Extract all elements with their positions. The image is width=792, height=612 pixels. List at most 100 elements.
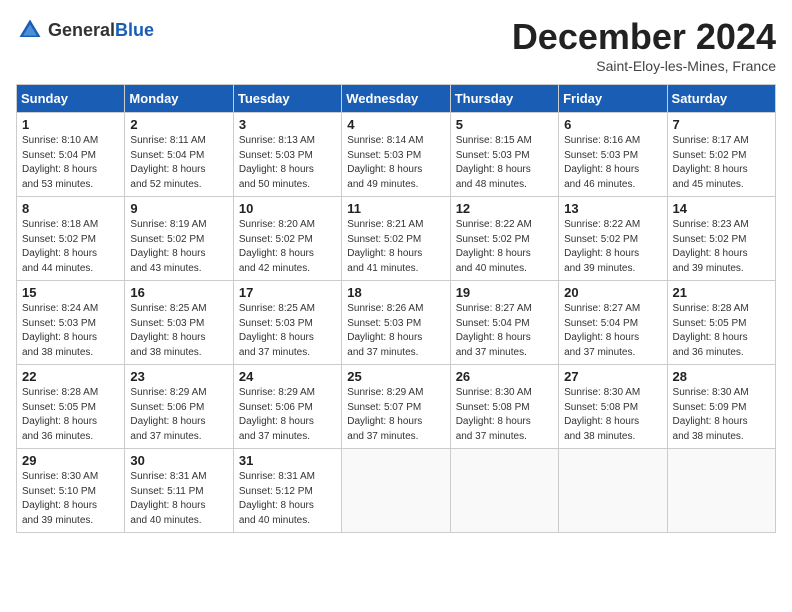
title-area: December 2024 Saint-Eloy-les-Mines, Fran…	[512, 16, 776, 74]
day-number: 20	[564, 285, 661, 300]
calendar-day: 10 Sunrise: 8:20 AMSunset: 5:02 PMDayligh…	[233, 197, 341, 281]
calendar-day: 31Sunrise: 8:31 AMSunset: 5:12 PMDayligh…	[233, 449, 341, 533]
day-number: 19	[456, 285, 553, 300]
page-header: GeneralBlue December 2024 Saint-Eloy-les…	[16, 16, 776, 74]
calendar-day: 11Sunrise: 8:21 AMSunset: 5:02 PMDayligh…	[342, 197, 450, 281]
day-number: 26	[456, 369, 553, 384]
logo: GeneralBlue	[16, 16, 154, 44]
day-info: Sunrise: 8:11 AMSunset: 5:04 PMDaylight:…	[130, 134, 227, 192]
day-number: 21	[673, 285, 770, 300]
day-info: Sunrise: 8:28 AMSunset: 5:05 PMDaylight:…	[22, 386, 119, 444]
day-number: 4	[347, 117, 444, 132]
calendar-day: 30 Sunrise: 8:31 AMSunset: 5:11 PMDayligh…	[125, 449, 233, 533]
calendar-day: 19 Sunrise: 8:27 AMSunset: 5:04 PMDayligh…	[450, 281, 558, 365]
calendar-week-2: 8 Sunrise: 8:18 AMSunset: 5:02 PMDaylight…	[17, 197, 776, 281]
day-number: 6	[564, 117, 661, 132]
day-info: Sunrise: 8:30 AMSunset: 5:08 PMDaylight:…	[564, 386, 661, 444]
day-number: 18	[347, 285, 444, 300]
day-number: 28	[673, 369, 770, 384]
calendar-body: 1Sunrise: 8:10 AMSunset: 5:04 PMDaylight…	[17, 113, 776, 533]
header-cell-saturday: Saturday	[667, 85, 775, 113]
day-info: Sunrise: 8:30 AMSunset: 5:09 PMDaylight:…	[673, 386, 770, 444]
location: Saint-Eloy-les-Mines, France	[512, 58, 776, 74]
day-info: Sunrise: 8:13 AMSunset: 5:03 PMDaylight:…	[239, 134, 336, 192]
day-info: Sunrise: 8:16 AMSunset: 5:03 PMDaylight:…	[564, 134, 661, 192]
calendar-day: 9 Sunrise: 8:19 AMSunset: 5:02 PMDaylight…	[125, 197, 233, 281]
calendar-day: 13 Sunrise: 8:22 AMSunset: 5:02 PMDayligh…	[559, 197, 667, 281]
day-info: Sunrise: 8:21 AMSunset: 5:02 PMDaylight:…	[347, 218, 444, 276]
calendar-day: 18 Sunrise: 8:26 AMSunset: 5:03 PMDayligh…	[342, 281, 450, 365]
day-number: 10	[239, 201, 336, 216]
day-number: 12	[456, 201, 553, 216]
calendar-day: 20 Sunrise: 8:27 AMSunset: 5:04 PMDayligh…	[559, 281, 667, 365]
calendar-day: 14Sunrise: 8:23 AMSunset: 5:02 PMDayligh…	[667, 197, 775, 281]
calendar-day: 28 Sunrise: 8:30 AMSunset: 5:09 PMDayligh…	[667, 365, 775, 449]
day-number: 30	[130, 453, 227, 468]
calendar-day: 29 Sunrise: 8:30 AMSunset: 5:10 PMDayligh…	[17, 449, 125, 533]
calendar-day: 22 Sunrise: 8:28 AMSunset: 5:05 PMDayligh…	[17, 365, 125, 449]
calendar-day: 5 Sunrise: 8:15 AMSunset: 5:03 PMDaylight…	[450, 113, 558, 197]
calendar-day: 17 Sunrise: 8:25 AMSunset: 5:03 PMDayligh…	[233, 281, 341, 365]
day-info: Sunrise: 8:29 AMSunset: 5:06 PMDaylight:…	[239, 386, 336, 444]
day-info: Sunrise: 8:18 AMSunset: 5:02 PMDaylight:…	[22, 218, 119, 276]
calendar-table: SundayMondayTuesdayWednesdayThursdayFrid…	[16, 84, 776, 533]
day-info: Sunrise: 8:19 AMSunset: 5:02 PMDaylight:…	[130, 218, 227, 276]
calendar-day: 25 Sunrise: 8:29 AMSunset: 5:07 PMDayligh…	[342, 365, 450, 449]
calendar-day: 23Sunrise: 8:29 AMSunset: 5:06 PMDayligh…	[125, 365, 233, 449]
calendar-day: 3 Sunrise: 8:13 AMSunset: 5:03 PMDaylight…	[233, 113, 341, 197]
day-info: Sunrise: 8:25 AMSunset: 5:03 PMDaylight:…	[239, 302, 336, 360]
day-info: Sunrise: 8:27 AMSunset: 5:04 PMDaylight:…	[564, 302, 661, 360]
calendar-day: 7Sunrise: 8:17 AMSunset: 5:02 PMDaylight…	[667, 113, 775, 197]
calendar-day: 16 Sunrise: 8:25 AMSunset: 5:03 PMDayligh…	[125, 281, 233, 365]
day-info: Sunrise: 8:25 AMSunset: 5:03 PMDaylight:…	[130, 302, 227, 360]
calendar-day	[450, 449, 558, 533]
calendar-day	[667, 449, 775, 533]
day-info: Sunrise: 8:31 AMSunset: 5:11 PMDaylight:…	[130, 470, 227, 528]
day-info: Sunrise: 8:28 AMSunset: 5:05 PMDaylight:…	[673, 302, 770, 360]
day-info: Sunrise: 8:15 AMSunset: 5:03 PMDaylight:…	[456, 134, 553, 192]
calendar-day: 24Sunrise: 8:29 AMSunset: 5:06 PMDayligh…	[233, 365, 341, 449]
day-info: Sunrise: 8:27 AMSunset: 5:04 PMDaylight:…	[456, 302, 553, 360]
day-info: Sunrise: 8:26 AMSunset: 5:03 PMDaylight:…	[347, 302, 444, 360]
day-number: 16	[130, 285, 227, 300]
day-number: 2	[130, 117, 227, 132]
day-info: Sunrise: 8:10 AMSunset: 5:04 PMDaylight:…	[22, 134, 119, 192]
day-number: 7	[673, 117, 770, 132]
day-info: Sunrise: 8:14 AMSunset: 5:03 PMDaylight:…	[347, 134, 444, 192]
day-number: 9	[130, 201, 227, 216]
header-cell-thursday: Thursday	[450, 85, 558, 113]
calendar-week-4: 22 Sunrise: 8:28 AMSunset: 5:05 PMDayligh…	[17, 365, 776, 449]
day-number: 8	[22, 201, 119, 216]
day-info: Sunrise: 8:29 AMSunset: 5:06 PMDaylight:…	[130, 386, 227, 444]
day-info: Sunrise: 8:29 AMSunset: 5:07 PMDaylight:…	[347, 386, 444, 444]
day-number: 29	[22, 453, 119, 468]
day-info: Sunrise: 8:22 AMSunset: 5:02 PMDaylight:…	[564, 218, 661, 276]
day-info: Sunrise: 8:30 AMSunset: 5:08 PMDaylight:…	[456, 386, 553, 444]
calendar-week-1: 1Sunrise: 8:10 AMSunset: 5:04 PMDaylight…	[17, 113, 776, 197]
calendar-day: 6 Sunrise: 8:16 AMSunset: 5:03 PMDaylight…	[559, 113, 667, 197]
calendar-day: 12 Sunrise: 8:22 AMSunset: 5:02 PMDayligh…	[450, 197, 558, 281]
calendar-week-5: 29 Sunrise: 8:30 AMSunset: 5:10 PMDayligh…	[17, 449, 776, 533]
day-info: Sunrise: 8:22 AMSunset: 5:02 PMDaylight:…	[456, 218, 553, 276]
logo-text-general: General	[48, 20, 115, 40]
day-number: 13	[564, 201, 661, 216]
day-info: Sunrise: 8:31 AMSunset: 5:12 PMDaylight:…	[239, 470, 336, 528]
day-number: 3	[239, 117, 336, 132]
calendar-day: 21 Sunrise: 8:28 AMSunset: 5:05 PMDayligh…	[667, 281, 775, 365]
header-cell-sunday: Sunday	[17, 85, 125, 113]
logo-icon	[16, 16, 44, 44]
day-number: 5	[456, 117, 553, 132]
calendar-day	[342, 449, 450, 533]
day-number: 17	[239, 285, 336, 300]
calendar-day: 1Sunrise: 8:10 AMSunset: 5:04 PMDaylight…	[17, 113, 125, 197]
day-number: 25	[347, 369, 444, 384]
calendar-header-row: SundayMondayTuesdayWednesdayThursdayFrid…	[17, 85, 776, 113]
day-number: 22	[22, 369, 119, 384]
calendar-day: 15Sunrise: 8:24 AMSunset: 5:03 PMDayligh…	[17, 281, 125, 365]
day-info: Sunrise: 8:20 AMSunset: 5:02 PMDaylight:…	[239, 218, 336, 276]
day-info: Sunrise: 8:24 AMSunset: 5:03 PMDaylight:…	[22, 302, 119, 360]
month-title: December 2024	[512, 16, 776, 58]
day-info: Sunrise: 8:30 AMSunset: 5:10 PMDaylight:…	[22, 470, 119, 528]
calendar-day: 4 Sunrise: 8:14 AMSunset: 5:03 PMDaylight…	[342, 113, 450, 197]
calendar-week-3: 15Sunrise: 8:24 AMSunset: 5:03 PMDayligh…	[17, 281, 776, 365]
